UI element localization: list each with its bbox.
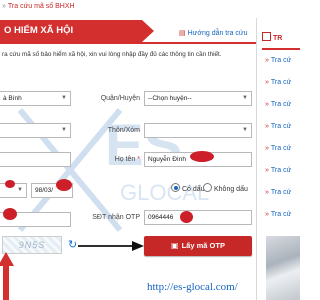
arrow-up-icon	[0, 252, 14, 300]
sidebar-item[interactable]: » Tra cứ	[265, 57, 291, 64]
sidebar-item[interactable]: » Tra cứ	[265, 145, 291, 152]
site-url: http://es-glocal.com/	[147, 281, 238, 293]
help-link[interactable]: ▤ Hướng dẫn tra cứu	[179, 29, 248, 37]
id-number-input[interactable]	[0, 152, 71, 167]
sidebar-item[interactable]: » Tra cứ	[265, 189, 291, 196]
arrow-bullet-icon: »	[265, 123, 269, 130]
instruction-text: ra cứu mã số bảo hiểm xã hội, xin vui lò…	[2, 51, 222, 58]
chevron-down-icon: ▼	[242, 95, 248, 101]
arrow-bullet-icon: »	[265, 145, 269, 152]
redaction-mark	[190, 151, 214, 162]
book-icon: ▤	[179, 30, 186, 37]
arrow-bullet-icon: »	[265, 189, 269, 196]
phone-value: 0964446	[148, 214, 174, 221]
breadcrumb-current[interactable]: Tra cứu mã số BHXH	[8, 3, 75, 10]
breadcrumb: » Tra cứu mã số BHXH	[2, 3, 75, 10]
sidebar-heading-text: TR	[273, 35, 283, 42]
commune-select[interactable]: ▼	[0, 123, 71, 138]
arrow-bullet-icon: »	[265, 101, 269, 108]
name-label-text: Họ tên	[114, 156, 136, 163]
district-value: --Chọn huyện--	[148, 95, 192, 102]
arrow-right-icon	[78, 241, 144, 251]
arrow-bullet-icon: »	[265, 167, 269, 174]
name-value: Nguyễn Đình	[148, 156, 186, 163]
province-select[interactable]: à Bình ▼	[0, 91, 71, 106]
name-label: Họ tên *	[80, 156, 140, 163]
radio-empty-icon	[203, 183, 212, 192]
calendar-icon	[262, 32, 271, 41]
sidebar-item-label: Tra cứ	[270, 101, 292, 108]
sidebar-item[interactable]: » Tra cứ	[265, 167, 291, 174]
form-title: O HIỂM XÃ HỘI	[0, 20, 154, 42]
required-mark: *	[137, 156, 140, 163]
sidebar-item-label: Tra cứ	[270, 211, 292, 218]
district-label: Quận/Huyện	[100, 95, 140, 102]
top-bar: » Tra cứu mã số BHXH	[0, 0, 300, 17]
accent-radio-no[interactable]: Không dấu	[203, 183, 248, 193]
sidebar-heading: TR	[262, 30, 300, 50]
get-otp-button[interactable]: ▣ Lấy mã OTP	[144, 236, 252, 256]
sidebar-photo	[266, 236, 300, 300]
radio-selected-icon	[171, 183, 180, 192]
arrow-bullet-icon: »	[265, 211, 269, 218]
send-icon: ▣	[171, 241, 179, 250]
chevron-down-icon: ▼	[242, 127, 248, 133]
village-label: Thôn/Xóm	[107, 127, 140, 134]
chevron-down-icon: ▼	[61, 127, 67, 133]
sidebar-item[interactable]: » Tra cứ	[265, 123, 291, 130]
sidebar-item-label: Tra cứ	[270, 145, 292, 152]
arrow-bullet-icon: »	[265, 79, 269, 86]
redaction-mark	[56, 179, 72, 191]
redaction-mark	[3, 208, 17, 220]
header-divider	[0, 42, 256, 44]
phone-label: SĐT nhận OTP	[92, 214, 140, 221]
province-value: à Bình	[3, 95, 22, 102]
sidebar-item[interactable]: » Tra cứ	[265, 101, 291, 108]
help-link-label: Hướng dẫn tra cứu	[187, 30, 248, 37]
redaction-mark	[5, 180, 15, 188]
dob-value: 98/03/	[35, 187, 54, 194]
chevron-down-icon: ▼	[17, 187, 23, 193]
district-select[interactable]: --Chọn huyện-- ▼	[144, 91, 252, 106]
sidebar-item-label: Tra cứ	[270, 79, 292, 86]
arrow-bullet-icon: »	[265, 57, 269, 64]
accent-radio-yes[interactable]: Có dấu	[171, 183, 205, 193]
accent-yes-label: Có dấu	[182, 186, 205, 193]
otp-button-label: Lấy mã OTP	[181, 241, 225, 250]
chevron-down-icon: ▼	[61, 95, 67, 101]
sidebar-item-label: Tra cứ	[270, 57, 292, 64]
sidebar-item-label: Tra cứ	[270, 123, 292, 130]
phone-input[interactable]: 0964446	[144, 210, 252, 225]
village-select[interactable]: ▼	[144, 123, 252, 138]
sidebar-item-label: Tra cứ	[270, 167, 292, 174]
sidebar-item[interactable]: » Tra cứ	[265, 211, 291, 218]
breadcrumb-separator: »	[2, 3, 6, 10]
redaction-mark	[180, 211, 193, 223]
accent-no-label: Không dấu	[214, 186, 248, 193]
sidebar-item[interactable]: » Tra cứ	[265, 79, 291, 86]
sidebar-item-label: Tra cứ	[270, 189, 292, 196]
